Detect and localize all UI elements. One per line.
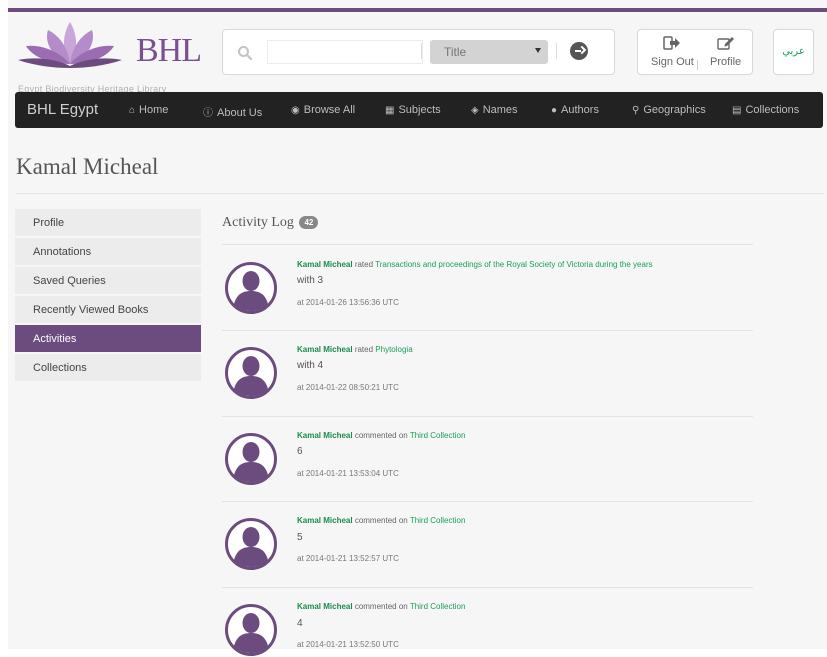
nav-home[interactable]: ⌂ Home — [129, 104, 168, 116]
user-menu: Sign Out Profile — [637, 29, 753, 75]
nav-names[interactable]: ◈ Names — [471, 104, 518, 116]
search-input[interactable] — [267, 40, 423, 64]
nav-browse-label: Browse All — [303, 104, 356, 116]
activity-action: rated — [354, 345, 374, 354]
search-divider — [421, 43, 422, 59]
activity-target-link[interactable]: Phytologia — [375, 345, 412, 354]
divider — [222, 244, 753, 245]
activity-value: with 3 — [297, 275, 324, 286]
activity-user-link[interactable]: Kamal Micheal — [297, 345, 353, 354]
activity-timestamp: at 2014-01-26 13:56:36 UTC — [297, 298, 399, 307]
language-toggle[interactable]: عربي — [773, 29, 814, 75]
activity-log-title: Activity Log — [222, 215, 294, 230]
info-icon: ⓘ — [203, 108, 213, 119]
activity-entry-header: Kamal Micheal rated Transactions and pro… — [297, 260, 653, 269]
bars-icon: ▤ — [732, 105, 742, 116]
nav-geographics[interactable]: ⚲ Geographics — [632, 104, 706, 116]
search-bar: Title — [222, 29, 615, 75]
nav-about-us[interactable]: ⓘ About Us — [203, 104, 262, 119]
main-navbar: BHL Egypt ⌂ Home ⓘ About Us ◉ Browse All ▦ S… — [15, 92, 823, 128]
lotus-logo-icon — [18, 22, 122, 68]
activity-target-link[interactable]: Third Collection — [410, 516, 466, 525]
nav-home-label: Home — [139, 104, 169, 116]
nav-geographics-label: Geographics — [643, 104, 706, 116]
sidebar-item-profile[interactable]: Profile — [15, 209, 201, 236]
divider — [222, 416, 753, 417]
sitemap-icon: ▦ — [385, 105, 395, 116]
tags-icon: ◈ — [471, 105, 479, 116]
activity-target-link[interactable]: Third Collection — [410, 602, 466, 611]
sidebar-item-collections[interactable]: Collections — [15, 354, 201, 381]
search-submit-button[interactable] — [570, 42, 588, 60]
activity-value: with 4 — [297, 360, 324, 371]
activity-entry-header: Kamal Micheal rated Phytologia — [297, 345, 413, 354]
activity-target-link[interactable]: Third Collection — [410, 431, 466, 440]
nav-collections-label: Collections — [745, 104, 800, 116]
activity-value: 4 — [297, 618, 303, 629]
sidebar-item-recently-viewed[interactable]: Recently Viewed Books — [15, 296, 201, 323]
nav-authors-label: Authors — [561, 104, 599, 116]
activity-log-heading: Activity Log 42 — [222, 215, 319, 231]
map-marker-icon: ⚲ — [632, 105, 640, 116]
activity-timestamp: at 2014-01-21 13:53:04 UTC — [297, 469, 399, 478]
sidebar-item-saved-queries[interactable]: Saved Queries — [15, 267, 201, 294]
activity-action: commented on — [354, 516, 408, 525]
activity-user-link[interactable]: Kamal Micheal — [297, 516, 353, 525]
page-title: Kamal Micheal — [16, 154, 159, 179]
search-field-select[interactable]: Title — [430, 40, 548, 64]
activity-timestamp: at 2014-01-22 08:50:21 UTC — [297, 383, 399, 392]
activity-action: rated — [354, 260, 374, 269]
activity-entry-header: Kamal Micheal commented on Third Collect… — [297, 431, 465, 440]
divider — [222, 501, 753, 502]
search-divider — [556, 43, 557, 59]
site-logo[interactable]: BHL Egypt Biodiversity Heritage Library — [8, 18, 202, 94]
activity-user-link[interactable]: Kamal Micheal — [297, 602, 353, 611]
home-icon: ⌂ — [129, 105, 136, 116]
search-icon — [238, 46, 253, 61]
activity-timestamp: at 2014-01-21 13:52:50 UTC — [297, 640, 399, 649]
logo-text: BHL — [136, 32, 202, 69]
caret-down-icon — [535, 48, 541, 53]
activity-entry-header: Kamal Micheal commented on Third Collect… — [297, 602, 465, 611]
sidebar-item-annotations[interactable]: Annotations — [15, 238, 201, 265]
user-icon: ● — [551, 105, 558, 116]
nav-subjects[interactable]: ▦ Subjects — [385, 104, 441, 116]
activity-user-link[interactable]: Kamal Micheal — [297, 260, 353, 269]
sidebar-item-activities[interactable]: Activities — [15, 325, 201, 352]
nav-authors[interactable]: ● Authors — [551, 104, 599, 116]
activity-target-link[interactable]: Transactions and proceedings of the Roya… — [375, 260, 653, 269]
activity-count-badge: 42 — [299, 216, 319, 230]
profile-button[interactable]: Profile — [710, 36, 741, 68]
nav-browse-all[interactable]: ◉ Browse All — [291, 104, 355, 116]
activity-action: commented on — [354, 431, 408, 440]
user-menu-divider — [697, 60, 698, 70]
avatar-icon — [225, 433, 277, 485]
profile-label: Profile — [710, 56, 742, 68]
activity-user-link[interactable]: Kamal Micheal — [297, 431, 353, 440]
sign-out-label: Sign Out — [651, 56, 694, 68]
activity-entry-header: Kamal Micheal commented on Third Collect… — [297, 516, 465, 525]
edit-icon — [716, 37, 734, 50]
divider — [16, 193, 824, 194]
activity-value: 6 — [297, 446, 303, 457]
avatar-icon — [225, 347, 277, 399]
sign-out-button[interactable]: Sign Out — [651, 36, 694, 68]
activity-timestamp: at 2014-01-21 13:52:57 UTC — [297, 554, 399, 563]
avatar-icon — [225, 518, 277, 570]
divider — [222, 587, 753, 588]
nav-subjects-label: Subjects — [398, 104, 441, 116]
avatar-icon — [225, 262, 277, 314]
search-field-selected: Title — [444, 45, 467, 59]
nav-about-label: About Us — [217, 107, 263, 119]
activity-value: 5 — [297, 532, 303, 543]
divider — [222, 330, 753, 331]
activity-action: commented on — [354, 602, 408, 611]
nav-collections[interactable]: ▤ Collections — [732, 104, 799, 116]
navbar-brand[interactable]: BHL Egypt — [27, 101, 98, 118]
globe-icon: ◉ — [291, 105, 300, 116]
top-accent-bar — [8, 8, 827, 12]
nav-names-label: Names — [482, 104, 518, 116]
sign-out-icon — [663, 36, 681, 50]
